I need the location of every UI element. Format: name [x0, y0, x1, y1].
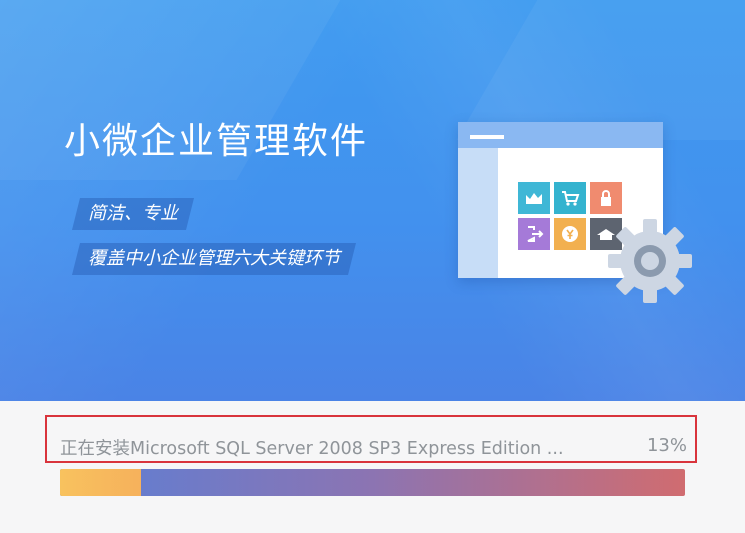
tagline-text: 简洁、专业: [88, 203, 178, 224]
tagline-text: 覆盖中小企业管理六大关键环节: [88, 248, 340, 269]
yen-icon: [554, 218, 586, 250]
logout-icon: [518, 218, 550, 250]
gear-icon: [606, 217, 694, 305]
tagline-coverage: 覆盖中小企业管理六大关键环节: [72, 243, 356, 275]
window-sidebar: [458, 148, 498, 278]
hero-banner: 小微企业管理软件 简洁、专业 覆盖中小企业管理六大关键环节: [0, 0, 745, 401]
install-percent: 13%: [646, 435, 687, 456]
tagline-simple: 简洁、专业: [72, 198, 194, 230]
software-illustration: [458, 122, 698, 312]
app-title: 小微企业管理软件: [64, 121, 369, 162]
cart-icon: [554, 182, 586, 214]
window-titlebar: [458, 122, 663, 148]
chart-icon: [518, 182, 550, 214]
installer-window: 小微企业管理软件 简洁、专业 覆盖中小企业管理六大关键环节 正在安装Micros…: [0, 0, 745, 533]
lock-icon: [590, 182, 622, 214]
install-progress-bar: [60, 469, 685, 496]
progress-fill: [60, 469, 142, 496]
install-status-text: 正在安装Microsoft SQL Server 2008 SP3 Expres…: [60, 439, 564, 459]
